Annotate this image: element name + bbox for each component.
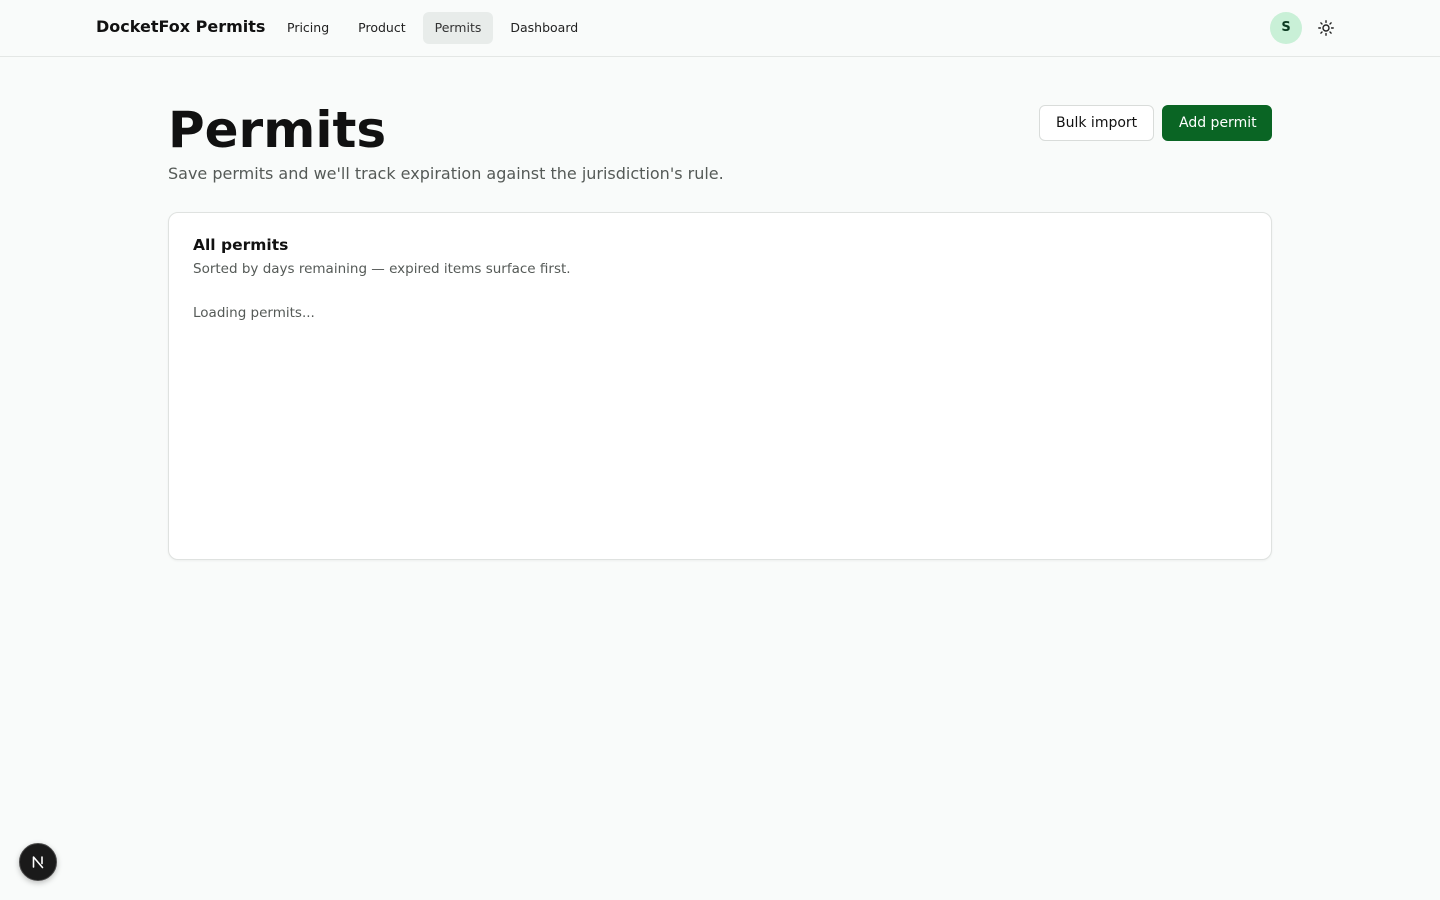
nav-item-permits[interactable]: Permits (422, 12, 494, 44)
main-nav: Pricing Product Permits Dashboard (275, 12, 590, 44)
nav-item-product[interactable]: Product (346, 12, 417, 44)
bulk-import-button[interactable]: Bulk import (1039, 105, 1154, 141)
permits-card: All permits Sorted by days remaining — e… (168, 212, 1272, 560)
loading-status: Loading permits... (193, 305, 315, 321)
brand-name[interactable]: DocketFox Permits (96, 17, 265, 37)
nav-item-pricing[interactable]: Pricing (275, 12, 341, 44)
card-description: Sorted by days remaining — expired items… (193, 261, 571, 277)
theme-toggle-button[interactable] (1314, 16, 1338, 40)
add-permit-button[interactable]: Add permit (1162, 105, 1272, 141)
card-title: All permits (193, 236, 289, 254)
page-title: Permits (168, 101, 387, 159)
sun-icon (1318, 20, 1334, 36)
page-subtitle: Save permits and we'll track expiration … (168, 164, 724, 183)
user-avatar[interactable]: S (1270, 12, 1302, 44)
nextjs-n-icon (32, 856, 44, 869)
nav-item-dashboard[interactable]: Dashboard (498, 12, 590, 44)
top-navbar: DocketFox Permits Pricing Product Permit… (0, 0, 1440, 57)
dev-tools-button[interactable] (19, 843, 57, 881)
